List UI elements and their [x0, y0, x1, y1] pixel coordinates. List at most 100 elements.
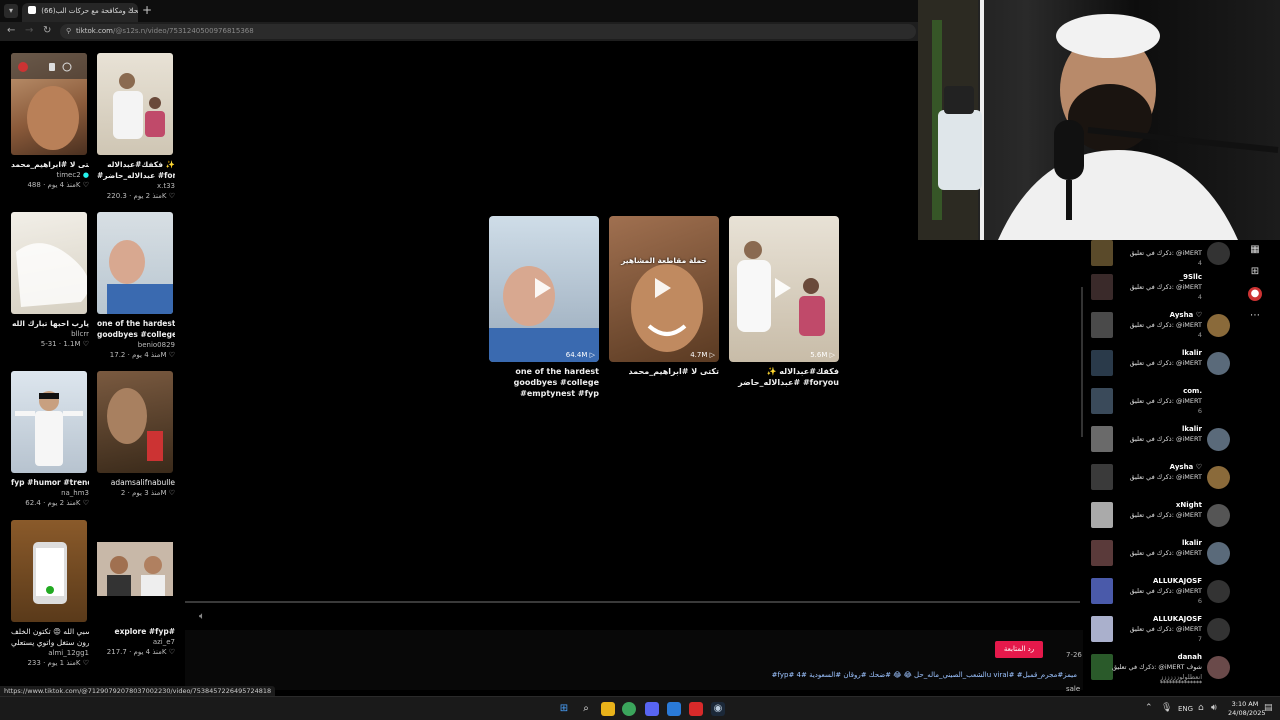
follow-back-button[interactable]: رد المتابعة: [995, 641, 1043, 658]
notification-user[interactable]: ALLUKAJOSF: [1153, 615, 1202, 623]
notification-thumbnail[interactable]: [1091, 426, 1113, 452]
browser-tab[interactable]: (66)الضحك ومكافحة مع حركات الب ×: [22, 3, 138, 22]
notification-user[interactable]: ALLUKAJOSF: [1153, 577, 1202, 585]
notification-thumbnail[interactable]: [1091, 502, 1113, 528]
notification-thumbnail[interactable]: [1091, 616, 1113, 642]
notification-user[interactable]: lkalir: [1182, 425, 1202, 433]
address-bar[interactable]: ⚲ tiktok.com/@s12s.n/video/7531240500976…: [60, 24, 916, 39]
system-clock[interactable]: 3:10 AM 24/08/2025: [1228, 700, 1265, 718]
notification-user[interactable]: lkalir: [1182, 539, 1202, 547]
video-thumbnail[interactable]: [97, 371, 173, 473]
avatar[interactable]: [1207, 428, 1230, 451]
video-hashtags[interactable]: #fyp# الشعب_الصيني_ماله_حل 😂 😂 #ضحك #روق…: [757, 671, 1077, 679]
related-video-card[interactable]: 5.6M ▷ فكفك#عبدالاله ✨ #عبدالاله_حاضر #f…: [729, 216, 839, 388]
back-icon[interactable]: ←: [7, 25, 15, 36]
notification-thumbnail[interactable]: [1091, 540, 1113, 566]
notification-thumbnail[interactable]: [1091, 464, 1113, 490]
notification-user[interactable]: lkalir: [1182, 349, 1202, 357]
notification-thumbnail[interactable]: [1091, 312, 1113, 338]
notification-item[interactable]: Aysha ♡ ذكرك في تعليق: @iMERT 4: [1085, 310, 1240, 348]
notification-item[interactable]: xNight ذكرك في تعليق: @iMERT: [1085, 500, 1240, 538]
notification-item[interactable]: ALLUKAJOSF ذكرك في تعليق: @iMERT 6: [1085, 576, 1240, 614]
notification-item[interactable]: ذكرك في تعليق: @iMERT 4: [1085, 238, 1240, 276]
add-icon[interactable]: ⊞: [1248, 265, 1262, 279]
video-progress-bar[interactable]: [185, 601, 1080, 603]
grid-video-card[interactable]: يارب احبها تبارك الله bllcrr 5-31 · 1.1M…: [11, 212, 89, 349]
video-thumbnail[interactable]: 5.6M ▷: [729, 216, 839, 362]
notification-thumbnail[interactable]: [1091, 350, 1113, 376]
language-indicator[interactable]: ENG: [1178, 705, 1193, 713]
avatar[interactable]: [1207, 314, 1230, 337]
notification-item[interactable]: lkalir ذكرك في تعليق: @iMERT: [1085, 538, 1240, 576]
notification-thumbnail[interactable]: [1091, 274, 1113, 300]
avatar[interactable]: [1207, 242, 1230, 265]
notification-item[interactable]: com. ذكرك في تعليق: @iMERT 6: [1085, 386, 1240, 424]
grid-video-card[interactable]: one of the hardest goodbyes #college... …: [97, 212, 175, 360]
tab-close-button[interactable]: ×: [128, 6, 134, 14]
app-red-icon[interactable]: [689, 702, 703, 716]
notification-thumbnail[interactable]: [1091, 578, 1113, 604]
volume-icon[interactable]: 🔈︎: [199, 611, 205, 622]
notification-item[interactable]: ALLUKAJOSF ذكرك في تعليق: @iMERT 7: [1085, 614, 1240, 652]
site-info-icon[interactable]: ⚲: [66, 27, 71, 35]
new-tab-button[interactable]: +: [142, 3, 152, 17]
calendar-icon[interactable]: ▦: [1248, 243, 1262, 257]
video-thumbnail[interactable]: [11, 371, 87, 473]
grid-video-card[interactable]: فكفك#عبدالاله ✨ #عبدالاله_حاضر #foryou x…: [97, 53, 175, 201]
app-icon[interactable]: [667, 702, 681, 716]
video-thumbnail[interactable]: [97, 520, 173, 622]
avatar[interactable]: [1207, 466, 1230, 489]
notification-thumbnail[interactable]: [1091, 388, 1113, 414]
search-icon[interactable]: ⌕: [579, 702, 593, 716]
notification-user[interactable]: danah: [1178, 653, 1202, 661]
notification-item[interactable]: lkalir ذكرك في تعليق: @iMERT: [1085, 348, 1240, 386]
file-explorer-icon[interactable]: [601, 702, 615, 716]
discord-icon[interactable]: [645, 702, 659, 716]
grid-video-card[interactable]: حسبي الله 😡 تكتون الخلف يحرون ستغل واتوي…: [11, 520, 89, 668]
video-thumbnail[interactable]: [97, 53, 173, 155]
notification-item[interactable]: _9Sllc ذكرك في تعليق: @iMERT 4: [1085, 272, 1240, 310]
profile-avatar-icon[interactable]: ●: [1248, 287, 1262, 301]
avatar[interactable]: [1207, 580, 1230, 603]
video-thumbnail[interactable]: حملة مقاطعة المشاهير 4.7M ▷: [609, 216, 719, 362]
steam-icon[interactable]: ◉: [711, 702, 725, 716]
video-thumbnail[interactable]: 64.4M ▷: [489, 216, 599, 362]
tray-overflow-icon[interactable]: ⌃: [1145, 703, 1153, 713]
notification-user[interactable]: Aysha ♡: [1170, 463, 1202, 471]
tab-search-button[interactable]: ▾: [4, 4, 18, 18]
notification-user[interactable]: _9Sllc: [1180, 273, 1202, 281]
grid-video-card[interactable]: adamsalifnabulle منذ 3 يوم · 2M ♡: [97, 371, 175, 498]
notification-user[interactable]: Aysha ♡: [1170, 311, 1202, 319]
notification-user[interactable]: xNight: [1176, 501, 1202, 509]
notification-thumbnail[interactable]: [1091, 654, 1113, 680]
forward-icon[interactable]: →: [25, 25, 33, 36]
avatar[interactable]: [1207, 504, 1230, 527]
related-video-card[interactable]: 64.4M ▷ one of the hardest goodbyes #col…: [489, 216, 599, 399]
notification-center-icon[interactable]: ▤: [1264, 703, 1273, 713]
notification-item[interactable]: Aysha ♡ ذكرك في تعليق: @iMERT: [1085, 462, 1240, 500]
microphone-icon[interactable]: 🎙︎: [1161, 703, 1172, 713]
related-video-card[interactable]: حملة مقاطعة المشاهير 4.7M ▷ تكتى لا #ابر…: [609, 216, 719, 377]
start-icon[interactable]: ⊞: [557, 702, 571, 716]
avatar[interactable]: [1207, 656, 1230, 679]
video-thumbnail[interactable]: [97, 212, 173, 314]
chrome-icon[interactable]: [622, 702, 636, 716]
grid-video-card[interactable]: تكتى لا #ابراهيم_محمد timec2 ● منذ 4 يوم…: [11, 53, 89, 190]
more-icon[interactable]: ⋯: [1248, 309, 1262, 323]
avatar[interactable]: [1207, 352, 1230, 375]
network-icon[interactable]: ⌂: [1198, 703, 1204, 713]
video-thumbnail[interactable]: [11, 520, 87, 622]
notification-item[interactable]: lkalir ذكرك في تعليق: @iMERT: [1085, 424, 1240, 462]
grid-video-card[interactable]: explore #fyp# azi_e7 منذ 4 يوم · 217.7K …: [97, 520, 175, 657]
notification-user[interactable]: com.: [1183, 387, 1202, 395]
reload-icon[interactable]: ↻: [43, 25, 51, 36]
avatar[interactable]: [1207, 618, 1230, 641]
avatar[interactable]: [1207, 542, 1230, 565]
volume-tray-icon[interactable]: 🔊︎: [1211, 703, 1217, 713]
page-scrollbar[interactable]: [1081, 287, 1083, 437]
notification-thumbnail[interactable]: [1091, 240, 1113, 266]
grid-video-card[interactable]: fyp #humor #trend# na_hm3 منذ 2 يوم · 62…: [11, 371, 89, 508]
video-thumbnail[interactable]: [11, 53, 87, 155]
play-icon: [775, 278, 791, 298]
video-thumbnail[interactable]: [11, 212, 87, 314]
